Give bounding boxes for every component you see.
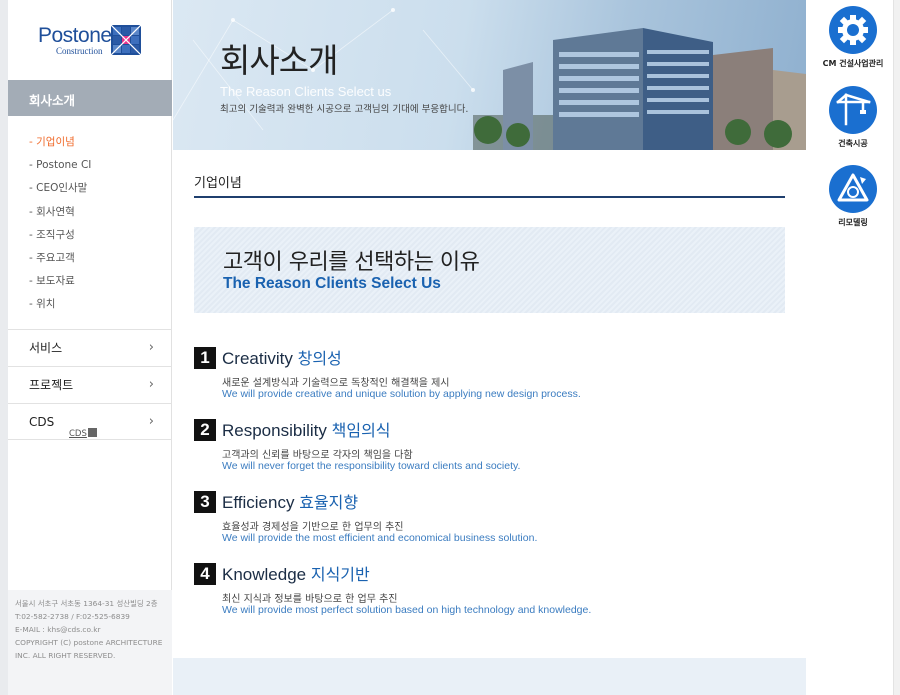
number-badge: 3	[194, 491, 216, 513]
logo[interactable]: Postone Construction	[38, 24, 148, 60]
company-phone: T:02-582-2738 / F:02-525-6839	[15, 612, 130, 621]
feature-title-en: Efficiency	[222, 493, 295, 512]
logo-wordmark: Postone	[38, 24, 112, 47]
title-divider	[194, 196, 785, 198]
sidebar-item-label: 서비스	[29, 341, 63, 355]
feature-desc-en: We will provide creative and unique solu…	[222, 388, 581, 400]
feature-knowledge: 4 Knowledge 지식기반 최신 지식과 정보를 바탕으로 한 업무 추진…	[194, 563, 785, 623]
chevron-right-icon: ›	[148, 340, 154, 355]
feature-title: Responsibility 책임의식	[222, 417, 391, 441]
feature-desc-en: We will provide the most efficient and e…	[222, 532, 538, 544]
hero-heading-en: The Reason Clients Select Us	[223, 275, 441, 292]
feature-responsibility: 2 Responsibility 책임의식 고객과의 신뢰를 바탕으로 각자의 …	[194, 419, 785, 479]
content-bottom-band	[173, 658, 806, 695]
page-title: 기업이념	[194, 176, 242, 191]
company-info: 서울시 서초구 서초동 1364-31 성산빌딩 2층 T:02-582-273…	[8, 590, 172, 695]
hero-box: 고객이 우리를 선택하는 이유 The Reason Clients Selec…	[194, 227, 785, 313]
sidebar-item-cds[interactable]: CDS CDS ›	[8, 403, 172, 440]
subnav-item-clients[interactable]: - 주요고객	[8, 247, 172, 270]
sidebar-subnav: - 기업이념 - Postone CI - CEO인사말 - 회사연혁 - 조직…	[8, 131, 172, 317]
page-banner: 회사소개 The Reason Clients Select us 최고의 기술…	[173, 0, 806, 150]
feature-title-en: Knowledge	[222, 565, 307, 584]
crane-icon	[829, 86, 877, 134]
hero-heading-ko: 고객이 우리를 선택하는 이유	[223, 250, 480, 275]
feature-creativity: 1 Creativity 창의성 새로운 설계방식과 기술력으로 독창적인 해결…	[194, 347, 785, 407]
logo-mark-icon	[111, 25, 141, 55]
sidebar-item-label: 프로젝트	[29, 378, 74, 392]
scrollbar-track[interactable]	[893, 0, 900, 695]
subnav-item-history[interactable]: - 회사연혁	[8, 201, 172, 224]
feature-title-ko: 창의성	[297, 349, 342, 368]
sidebar-main-nav: 서비스 › 프로젝트 › CDS CDS ›	[8, 329, 172, 440]
chevron-right-icon: ›	[148, 414, 154, 429]
feature-title-ko: 책임의식	[331, 421, 391, 440]
feature-desc-ko: 새로운 설계방식과 기술력으로 독창적인 해결책을 제시	[222, 378, 450, 389]
quick-menu: CM 건설사업관리 건축시공 리모델링	[806, 0, 900, 695]
cds-badge: CDS	[69, 416, 97, 452]
feature-efficiency: 3 Efficiency 효율지향 효율성과 경제성을 기반으로 한 업무의 추…	[194, 491, 785, 551]
quick-item-label: CM 건설사업관리	[822, 59, 884, 68]
sidebar-edge	[0, 0, 8, 695]
copyright: COPYRIGHT (C) postone ARCHITECTURE INC. …	[15, 638, 163, 660]
feature-desc-ko: 효율성과 경제성을 기반으로 한 업무의 추진	[222, 522, 404, 533]
quick-item-label: 리모델링	[838, 218, 868, 227]
gear-icon	[829, 6, 877, 54]
quick-item-remodeling[interactable]: 리모델링	[818, 165, 888, 228]
feature-title: Efficiency 효율지향	[222, 489, 358, 513]
logo-subtitle: Construction	[56, 46, 103, 56]
quick-item-construction[interactable]: 건축시공	[818, 86, 888, 149]
square-icon	[87, 428, 97, 437]
sidebar-section-title: 회사소개	[8, 80, 172, 116]
feature-title-en: Responsibility	[222, 421, 327, 440]
feature-title-en: Creativity	[222, 349, 293, 368]
chevron-right-icon: ›	[148, 377, 154, 392]
feature-title: Creativity 창의성	[222, 345, 342, 369]
number-badge: 4	[194, 563, 216, 585]
subnav-item-location[interactable]: - 위치	[8, 293, 172, 316]
feature-title-ko: 지식기반	[310, 565, 370, 584]
subnav-item-press[interactable]: - 보도자료	[8, 270, 172, 293]
company-address: 서울시 서초구 서초동 1364-31 성산빌딩 2층	[15, 599, 158, 608]
banner-subtitle-en: The Reason Clients Select us	[220, 84, 392, 99]
subnav-item-philosophy[interactable]: - 기업이념	[8, 131, 172, 154]
subnav-item-ci[interactable]: - Postone CI	[8, 154, 172, 177]
left-sidebar: Postone Construction 회사소개 - 기업이념 - Posto…	[0, 0, 172, 695]
feature-title: Knowledge 지식기반	[222, 561, 370, 585]
company-email: E-MAIL : khs@cds.co.kr	[15, 625, 101, 634]
feature-desc-en: We will never forget the responsibility …	[222, 460, 521, 472]
feature-desc-ko: 고객과의 신뢰를 바탕으로 각자의 책임을 다함	[222, 450, 413, 461]
sidebar-item-service[interactable]: 서비스 ›	[8, 329, 172, 366]
number-badge: 1	[194, 347, 216, 369]
quick-item-label: 건축시공	[838, 139, 868, 148]
feature-desc-en: We will provide most perfect solution ba…	[222, 604, 592, 616]
feature-desc-ko: 최신 지식과 정보를 바탕으로 한 업무 추진	[222, 594, 398, 605]
feature-title-ko: 효율지향	[299, 493, 359, 512]
banner-subtitle-ko: 최고의 기술력과 완벽한 시공으로 고객님의 기대에 부응합니다.	[220, 104, 469, 115]
number-badge: 2	[194, 419, 216, 441]
banner-title: 회사소개	[220, 41, 338, 80]
cds-badge-text: CDS	[69, 429, 87, 439]
quick-item-cm[interactable]: CM 건설사업관리	[818, 6, 888, 69]
subnav-item-organization[interactable]: - 조직구성	[8, 224, 172, 247]
sidebar-item-project[interactable]: 프로젝트 ›	[8, 366, 172, 403]
sidebar-item-label: CDS	[29, 415, 55, 429]
recycle-icon	[829, 165, 877, 213]
subnav-item-ceo-greeting[interactable]: - CEO인사말	[8, 177, 172, 200]
